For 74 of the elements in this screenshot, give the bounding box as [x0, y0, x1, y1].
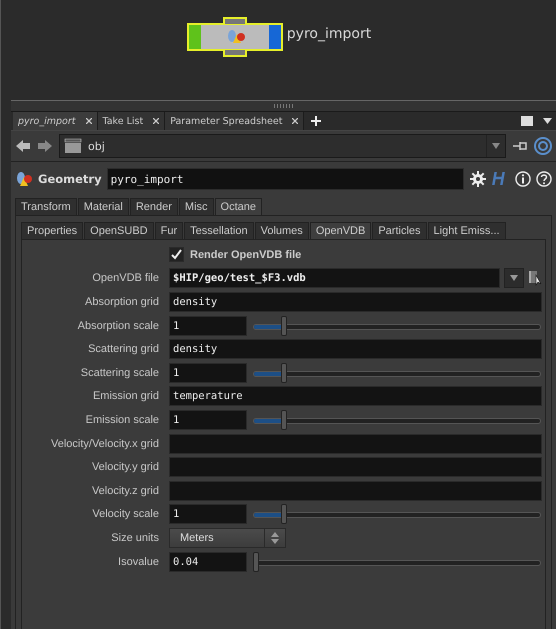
- parameter-label: Scattering scale: [80, 366, 159, 379]
- tab[interactable]: Volumes: [254, 222, 309, 239]
- tab[interactable]: Render: [130, 198, 178, 215]
- close-icon[interactable]: [86, 118, 92, 124]
- parameter-label: Velocity scale: [91, 508, 159, 520]
- help-icon[interactable]: [536, 171, 552, 187]
- dropdown-button[interactable]: [504, 268, 524, 288]
- tab[interactable]: OpenSUBD: [84, 222, 154, 239]
- text-field[interactable]: temperature: [169, 386, 542, 406]
- pin-icon[interactable]: [512, 139, 528, 153]
- info-icon[interactable]: [515, 171, 531, 187]
- pane-tab[interactable]: Take List: [98, 112, 166, 130]
- tab[interactable]: Octane: [214, 198, 262, 215]
- close-icon[interactable]: [153, 118, 160, 124]
- forward-icon[interactable]: [37, 138, 53, 154]
- close-icon[interactable]: [292, 118, 298, 124]
- parameter-label: Velocity.y grid: [90, 461, 159, 474]
- text-field[interactable]: density: [169, 339, 542, 360]
- parameter-label: Velocity/Velocity.x grid: [50, 438, 159, 450]
- parameter-label: OpenVDB file: [91, 272, 159, 284]
- clapperboard-icon: [64, 138, 82, 154]
- tab[interactable]: Fur: [154, 222, 184, 239]
- tab[interactable]: Transform: [15, 198, 77, 215]
- node-type-label: Geometry: [38, 172, 102, 186]
- number-field[interactable]: 0.04: [169, 552, 247, 572]
- slider[interactable]: [253, 316, 541, 336]
- number-field[interactable]: 1: [169, 410, 247, 430]
- slider[interactable]: [253, 504, 541, 524]
- slider[interactable]: [253, 552, 541, 572]
- node-name-field[interactable]: pyro_import: [106, 168, 464, 190]
- pane-tab[interactable]: Parameter Spreadsheet: [165, 112, 304, 130]
- parameter-label: Scattering grid: [87, 343, 159, 356]
- parameter-label: Size units: [110, 532, 159, 544]
- tab[interactable]: Particles: [372, 222, 427, 239]
- tab[interactable]: Properties: [21, 222, 84, 239]
- tab[interactable]: OpenVDB: [310, 222, 372, 239]
- caret-icon: [510, 275, 518, 282]
- file-path-field[interactable]: $HIP/geo/test_$F3.vdb: [169, 268, 500, 288]
- caret-icon[interactable]: [492, 143, 500, 149]
- parameter-label: Absorption scale: [76, 320, 159, 332]
- splitter-handle[interactable]: [274, 104, 294, 108]
- tab[interactable]: Material: [78, 198, 129, 215]
- text-field[interactable]: [169, 457, 542, 478]
- tab[interactable]: Tessellation: [184, 222, 254, 239]
- text-field[interactable]: [169, 434, 542, 454]
- geometry-icon: [15, 170, 33, 188]
- parameter-label: Emission grid: [92, 390, 159, 402]
- settings-icon[interactable]: [469, 170, 487, 188]
- parameter-label: Isovalue: [117, 556, 159, 568]
- slider[interactable]: [253, 362, 541, 383]
- text-field[interactable]: [169, 480, 542, 501]
- checkbox[interactable]: [169, 247, 184, 262]
- parameter-label: Emission scale: [84, 414, 159, 426]
- back-icon[interactable]: [15, 138, 31, 154]
- slider[interactable]: [253, 410, 541, 430]
- node-name: pyro_import: [286, 26, 372, 42]
- pane-tab[interactable]: pyro_import: [13, 112, 98, 130]
- parameter-label: Absorption grid: [84, 296, 159, 308]
- checkbox-label: Render OpenVDB file: [190, 248, 302, 261]
- file-browse-icon[interactable]: [528, 270, 542, 286]
- add-tab-icon[interactable]: [310, 115, 322, 127]
- pane-menu-icon[interactable]: [543, 118, 552, 124]
- number-field[interactable]: 1: [169, 316, 247, 336]
- number-field[interactable]: 1: [169, 362, 247, 383]
- path-field[interactable]: obj: [59, 134, 506, 158]
- target-icon[interactable]: [534, 137, 552, 155]
- dropdown-menu[interactable]: Meters: [169, 528, 286, 548]
- text-field[interactable]: density: [169, 292, 542, 312]
- parameter-label: Velocity.z grid: [90, 484, 159, 497]
- tab[interactable]: Misc: [178, 198, 214, 215]
- tab[interactable]: Light Emiss...: [428, 222, 506, 239]
- geometry-node[interactable]: [186, 16, 284, 58]
- up-down-arrows-icon: [271, 532, 279, 544]
- number-field[interactable]: 1: [169, 504, 247, 524]
